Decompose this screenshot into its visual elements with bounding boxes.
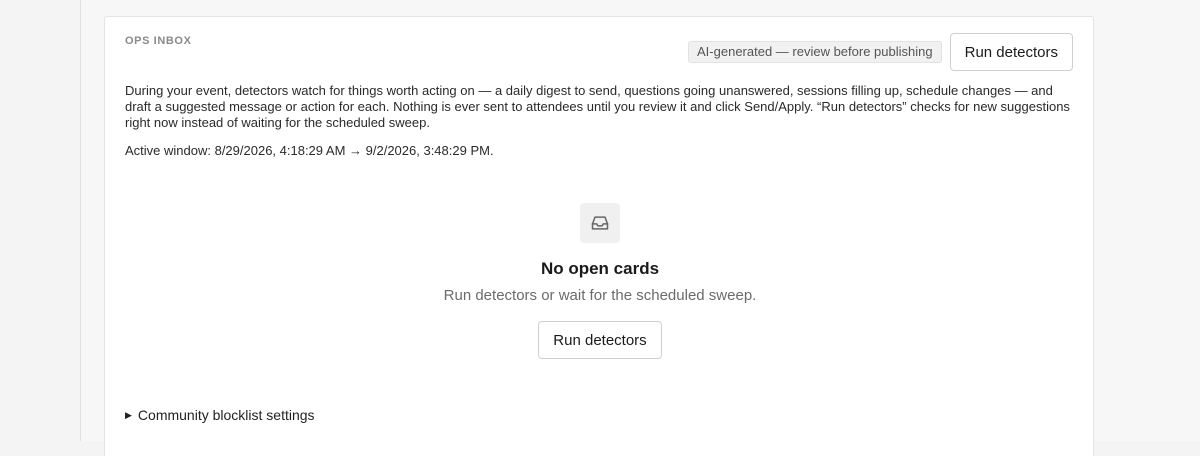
- empty-run-detectors-button[interactable]: Run detectors: [538, 321, 662, 359]
- inbox-icon: [580, 203, 620, 243]
- active-window-text: Active window: 8/29/2026, 4:18:29 AM → 9…: [125, 143, 494, 158]
- empty-state-title: No open cards: [540, 259, 660, 278]
- section-eyebrow: OPS INBOX: [125, 35, 192, 47]
- blocklist-settings-toggle[interactable]: ▶ Community blocklist settings: [125, 407, 315, 423]
- run-detectors-button[interactable]: Run detectors: [949, 33, 1073, 71]
- ai-generated-badge: AI-generated — review before publishing: [688, 41, 942, 63]
- empty-state: No open cards Run detectors or wait for …: [105, 203, 1095, 359]
- disclosure-triangle-icon: ▶: [125, 409, 132, 420]
- empty-state-subtitle: Run detectors or wait for the scheduled …: [443, 287, 757, 304]
- inbox-description: During your event, detectors watch for t…: [125, 83, 1070, 130]
- blocklist-settings-label: Community blocklist settings: [137, 407, 315, 423]
- ops-inbox-card: OPS INBOX AI-generated — review before p…: [104, 16, 1094, 456]
- header-actions: AI-generated — review before publishing …: [688, 33, 1073, 71]
